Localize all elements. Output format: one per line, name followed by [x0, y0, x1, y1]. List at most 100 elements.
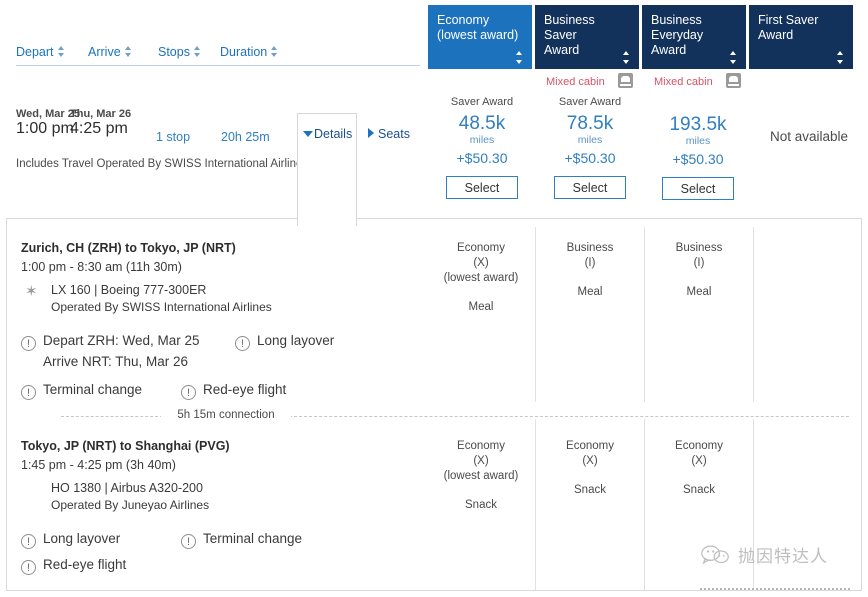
seat-cabin-icon[interactable] [726, 73, 741, 88]
warning-text: Terminal change [203, 531, 302, 546]
sort-arrows-icon[interactable] [730, 51, 737, 64]
segment-flight-number: LX 160 | Boeing 777-300ER [51, 283, 272, 297]
warning-red-eye: !Red-eye flight [181, 380, 286, 400]
column-header-duration[interactable]: Duration [220, 45, 278, 59]
cabin-booking-class: (I) [645, 256, 753, 271]
arrive-date: Thu, Mar 26 [70, 108, 131, 120]
sort-arrows-icon[interactable] [58, 46, 65, 57]
award-miles-unit: miles [428, 134, 536, 146]
award-miles-value: 48.5k [428, 114, 536, 134]
award-column-business-saver: Saver Award 78.5k miles +$50.30 Select [536, 96, 644, 199]
cabin-name: Economy [645, 439, 753, 454]
alert-circle-icon: ! [21, 560, 36, 575]
warning-text: Long layover [43, 531, 120, 546]
mixed-cabin-label: Mixed cabin [654, 76, 713, 88]
award-column-economy: Saver Award 48.5k miles +$50.30 Select [428, 96, 536, 199]
segment-2-cabin-economy: Economy (X) (lowest award) Snack [427, 439, 535, 513]
sort-arrows-icon[interactable] [125, 46, 132, 57]
watermark-text: 抛因特达人 [738, 542, 828, 567]
cabin-booking-class: (X) [645, 454, 753, 469]
summary-stops[interactable]: 1 stop [156, 130, 190, 144]
tab-label-line1: First Saver Award [758, 13, 844, 43]
tab-first-saver-award[interactable]: First Saver Award [749, 5, 853, 69]
cabin-service: Snack [427, 498, 535, 513]
segment-route: Tokyo, JP (NRT) to Shanghai (PVG) [21, 439, 230, 453]
summary-duration: 20h 25m [221, 130, 270, 144]
fare-class-tabs: Economy (lowest award) Business Saver Aw… [428, 5, 853, 69]
cabin-service: Meal [427, 300, 535, 315]
connection-label: 5h 15m connection [161, 409, 291, 421]
segment-operated-by: Operated By Juneyao Airlines [51, 498, 230, 512]
mixed-cabin-note-business-everyday: Mixed cabin [654, 73, 741, 88]
seat-cabin-icon[interactable] [618, 73, 633, 88]
sort-arrows-icon[interactable] [837, 51, 844, 64]
flight-details-card: Zurich, CH (ZRH) to Tokyo, JP (NRT) 1:00… [6, 218, 862, 591]
warning-terminal-change: ! Terminal change [21, 380, 142, 400]
details-toggle-link[interactable]: Details [303, 127, 352, 141]
connection-divider: 5h 15m connection [21, 409, 849, 423]
award-miles-value: 78.5k [536, 114, 644, 134]
column-headers: Depart Arrive Stops Duration [16, 45, 420, 66]
alert-circle-icon: ! [21, 534, 36, 549]
tab-business-everyday-award[interactable]: Business Everyday Award [642, 5, 746, 69]
cabin-service: Meal [645, 285, 753, 300]
cabin-name: Business [536, 241, 644, 256]
warning-terminal-change: ! Terminal change [181, 529, 302, 549]
alert-circle-icon: ! [21, 385, 36, 400]
arrive-time: 4:25 pm [70, 120, 131, 138]
alert-circle-icon: ! [181, 534, 196, 549]
tab-business-saver-award[interactable]: Business Saver Award [535, 5, 639, 69]
award-miles-unit: miles [644, 135, 752, 147]
warning-long-layover: ! Long layover [235, 331, 334, 351]
cabin-note: (lowest award) [427, 469, 535, 484]
segment-1-warnings: !Depart ZRH: Wed, Mar 25 Arrive NRT: Thu… [21, 331, 521, 401]
select-button-business-everyday[interactable]: Select [662, 177, 734, 200]
tab-label-line1: Business [651, 13, 737, 28]
select-button-economy[interactable]: Select [446, 176, 518, 199]
tab-label-line2: (lowest award) [437, 28, 523, 43]
column-header-stops[interactable]: Stops [158, 45, 201, 59]
alert-circle-icon: ! [181, 385, 196, 400]
seats-link[interactable]: Seats [368, 127, 410, 141]
star-alliance-icon: ✶ [25, 284, 40, 299]
sort-arrows-icon[interactable] [194, 46, 201, 57]
mixed-cabin-note-business-saver: Mixed cabin [546, 73, 633, 88]
column-divider [753, 227, 754, 402]
mixed-cabin-notes: Mixed cabin Mixed cabin [428, 73, 868, 91]
tab-label-line1: Business Saver [544, 13, 630, 43]
tab-economy-lowest-award[interactable]: Economy (lowest award) [428, 5, 532, 69]
segment-times: 1:00 pm - 8:30 am (11h 30m) [21, 260, 272, 274]
warning-text: Long layover [257, 333, 334, 348]
sort-arrows-icon[interactable] [516, 51, 523, 64]
chevron-down-icon [303, 131, 313, 137]
alert-circle-icon: ! [235, 336, 250, 351]
segment-flight-number: HO 1380 | Airbus A320-200 [51, 481, 230, 495]
cabin-booking-class: (X) [427, 454, 535, 469]
warning-text: Red-eye flight [43, 557, 126, 572]
bottom-dotted-line [700, 588, 850, 590]
sort-arrows-icon[interactable] [271, 46, 278, 57]
details-link-label: Details [314, 127, 352, 141]
award-kind-label: Saver Award [536, 96, 644, 108]
column-header-depart[interactable]: Depart [16, 45, 65, 59]
segment-2: Tokyo, JP (NRT) to Shanghai (PVG) 1:45 p… [21, 439, 230, 512]
tab-label-line1: Economy [437, 13, 523, 28]
tab-label-line2: Everyday Award [651, 28, 737, 58]
column-header-label: Duration [220, 45, 267, 59]
segment-2-warnings: ! Long layover ! Terminal change ! Red-eye … [21, 529, 521, 589]
column-header-arrive[interactable]: Arrive [88, 45, 132, 59]
award-column-first-saver-unavailable: Not available [750, 129, 868, 144]
sort-arrows-icon[interactable] [623, 51, 630, 64]
warning-text: Terminal change [43, 382, 142, 397]
warning-depart-date: !Depart ZRH: Wed, Mar 25 [21, 331, 200, 351]
award-kind-label: Saver Award [428, 96, 536, 108]
mixed-cabin-label: Mixed cabin [546, 76, 605, 88]
award-cash-value: +$50.30 [536, 150, 644, 166]
seats-link-label: Seats [378, 127, 410, 141]
cabin-service: Snack [645, 483, 753, 498]
select-button-business-saver[interactable]: Select [554, 176, 626, 199]
cabin-name: Business [645, 241, 753, 256]
warning-long-layover: ! Long layover [21, 529, 120, 549]
cabin-note: (lowest award) [427, 271, 535, 286]
column-header-label: Stops [158, 45, 190, 59]
